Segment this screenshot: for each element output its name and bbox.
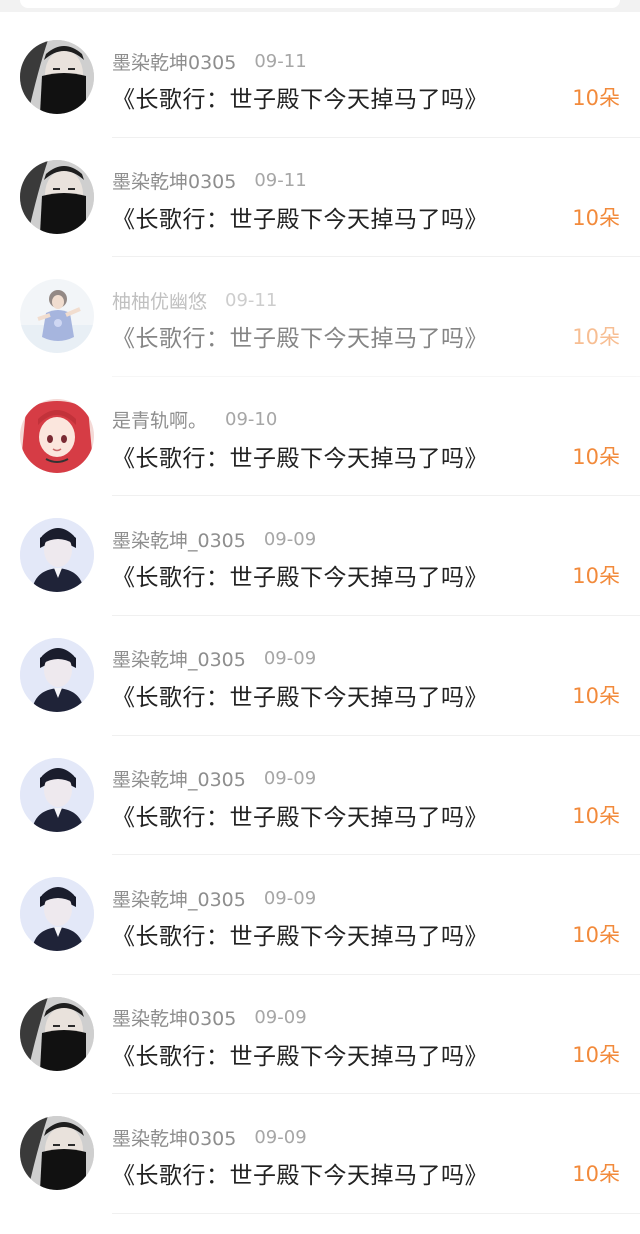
gift-date: 09-09 [263, 768, 317, 790]
top-card-edge [0, 0, 640, 12]
gift-date: 09-09 [263, 648, 317, 670]
book-title[interactable]: 《长歌行：世子殿下今天掉马了吗》 [112, 439, 488, 473]
username[interactable]: 柚柚优幽悠 [112, 287, 207, 314]
username[interactable]: 是青轨啊。 [112, 406, 207, 433]
gift-amount: 10朵 [572, 1042, 620, 1067]
username[interactable]: 墨染乾坤0305 [112, 167, 236, 194]
gift-date: 09-09 [254, 1007, 307, 1029]
username[interactable]: 墨染乾坤0305 [112, 48, 236, 75]
username[interactable]: 墨染乾坤_0305 [112, 645, 246, 672]
anime-girl-avatar[interactable] [20, 398, 94, 473]
gift-amount: 10朵 [572, 803, 620, 828]
gift-amount: 10朵 [572, 86, 620, 110]
list-item[interactable]: 墨染乾坤0305 09-09 《长歌行：世子殿下今天掉马了吗》 10朵 [0, 975, 640, 1095]
gift-date: 09-09 [263, 887, 317, 909]
book-title[interactable]: 《长歌行：世子殿下今天掉马了吗》 [112, 319, 488, 353]
username[interactable]: 墨染乾坤0305 [112, 1004, 236, 1031]
masked-man-avatar[interactable] [20, 1116, 94, 1191]
gift-date: 09-09 [254, 1126, 307, 1148]
book-title[interactable]: 《长歌行：世子殿下今天掉马了吗》 [112, 678, 488, 712]
gift-amount: 10朵 [572, 205, 620, 230]
book-title[interactable]: 《长歌行：世子殿下今天掉马了吗》 [112, 80, 488, 114]
list-item[interactable]: 墨染乾坤0305 09-11 《长歌行：世子殿下今天掉马了吗》 10朵 [0, 18, 640, 138]
gift-record-list: 墨染乾坤0305 09-11 《长歌行：世子殿下今天掉马了吗》 10朵 墨染乾坤… [0, 18, 640, 1214]
masked-man-avatar[interactable] [20, 159, 94, 234]
suit-man-avatar[interactable] [20, 877, 94, 952]
list-item[interactable]: 是青轨啊。 09-10 《长歌行：世子殿下今天掉马了吗》 10朵 [0, 377, 640, 497]
gift-record-page: 墨染乾坤0305 09-11 《长歌行：世子殿下今天掉马了吗》 10朵 墨染乾坤… [0, 0, 640, 1234]
username[interactable]: 墨染乾坤_0305 [112, 885, 246, 912]
masked-man-avatar[interactable] [20, 40, 94, 114]
gift-amount: 10朵 [572, 923, 620, 948]
skater-avatar[interactable] [20, 279, 94, 354]
list-item[interactable]: 墨染乾坤_0305 09-09 《长歌行：世子殿下今天掉马了吗》 10朵 [0, 855, 640, 975]
gift-date: 09-11 [254, 50, 307, 72]
book-title[interactable]: 《长歌行：世子殿下今天掉马了吗》 [112, 558, 488, 592]
gift-amount: 10朵 [572, 444, 620, 469]
gift-date: 09-11 [254, 170, 307, 192]
list-item[interactable]: 柚柚优幽悠 09-11 《长歌行：世子殿下今天掉马了吗》 10朵 [0, 257, 640, 377]
book-title[interactable]: 《长歌行：世子殿下今天掉马了吗》 [112, 1037, 488, 1071]
username[interactable]: 墨染乾坤_0305 [112, 765, 246, 792]
username[interactable]: 墨染乾坤0305 [112, 1124, 236, 1151]
gift-amount: 10朵 [572, 1162, 620, 1187]
gift-date: 09-10 [225, 409, 278, 431]
suit-man-avatar[interactable] [20, 518, 94, 593]
book-title[interactable]: 《长歌行：世子殿下今天掉马了吗》 [112, 200, 488, 234]
gift-amount: 10朵 [572, 564, 620, 589]
suit-man-avatar[interactable] [20, 637, 94, 712]
gift-date: 09-09 [263, 528, 317, 550]
username[interactable]: 墨染乾坤_0305 [112, 526, 246, 553]
book-title[interactable]: 《长歌行：世子殿下今天掉马了吗》 [112, 1156, 488, 1190]
list-item[interactable]: 墨染乾坤_0305 09-09 《长歌行：世子殿下今天掉马了吗》 10朵 [0, 496, 640, 616]
book-title[interactable]: 《长歌行：世子殿下今天掉马了吗》 [112, 917, 488, 951]
gift-date: 09-11 [225, 289, 278, 311]
list-item[interactable]: 墨染乾坤0305 09-11 《长歌行：世子殿下今天掉马了吗》 10朵 [0, 138, 640, 258]
masked-man-avatar[interactable] [20, 996, 94, 1071]
gift-amount: 10朵 [572, 683, 620, 708]
gift-amount: 10朵 [572, 325, 620, 350]
list-item[interactable]: 墨染乾坤_0305 09-09 《长歌行：世子殿下今天掉马了吗》 10朵 [0, 616, 640, 736]
list-item[interactable]: 墨染乾坤_0305 09-09 《长歌行：世子殿下今天掉马了吗》 10朵 [0, 736, 640, 856]
suit-man-avatar[interactable] [20, 757, 94, 832]
list-item[interactable]: 墨染乾坤0305 09-09 《长歌行：世子殿下今天掉马了吗》 10朵 [0, 1094, 640, 1214]
book-title[interactable]: 《长歌行：世子殿下今天掉马了吗》 [112, 798, 488, 832]
